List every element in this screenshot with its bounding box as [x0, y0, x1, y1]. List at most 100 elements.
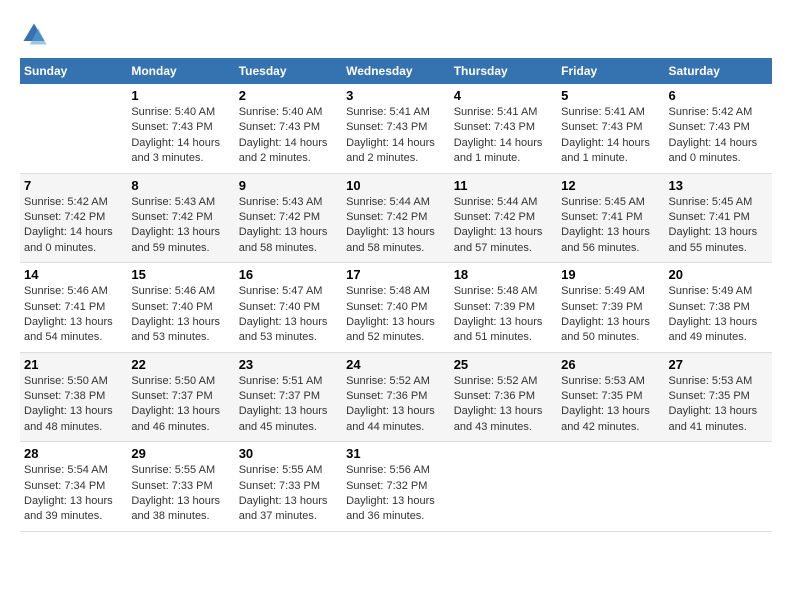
daylight-text: Daylight: 14 hours and 2 minutes.: [239, 136, 338, 167]
day-number: 4: [454, 88, 553, 103]
cell-2-5: 11Sunrise: 5:44 AMSunset: 7:42 PMDayligh…: [450, 173, 557, 263]
sunrise-text: Sunrise: 5:54 AM: [24, 463, 123, 478]
daylight-text: Daylight: 13 hours and 48 minutes.: [24, 404, 123, 435]
sunrise-text: Sunrise: 5:44 AM: [454, 195, 553, 210]
cell-2-2: 8Sunrise: 5:43 AMSunset: 7:42 PMDaylight…: [127, 173, 234, 263]
sunrise-text: Sunrise: 5:51 AM: [239, 374, 338, 389]
sunset-text: Sunset: 7:34 PM: [24, 479, 123, 494]
sunrise-text: Sunrise: 5:52 AM: [454, 374, 553, 389]
day-number: 1: [131, 88, 230, 103]
sunrise-text: Sunrise: 5:53 AM: [561, 374, 660, 389]
sunset-text: Sunset: 7:39 PM: [561, 300, 660, 315]
daylight-text: Daylight: 13 hours and 39 minutes.: [24, 494, 123, 525]
sunset-text: Sunset: 7:42 PM: [131, 210, 230, 225]
daylight-text: Daylight: 13 hours and 46 minutes.: [131, 404, 230, 435]
cell-1-4: 3Sunrise: 5:41 AMSunset: 7:43 PMDaylight…: [342, 84, 450, 173]
daylight-text: Daylight: 13 hours and 53 minutes.: [239, 315, 338, 346]
sunrise-text: Sunrise: 5:41 AM: [346, 105, 446, 120]
daylight-text: Daylight: 13 hours and 44 minutes.: [346, 404, 446, 435]
day-number: 7: [24, 178, 123, 193]
day-number: 22: [131, 357, 230, 372]
sunset-text: Sunset: 7:32 PM: [346, 479, 446, 494]
day-number: 9: [239, 178, 338, 193]
daylight-text: Daylight: 13 hours and 57 minutes.: [454, 225, 553, 256]
sunrise-text: Sunrise: 5:56 AM: [346, 463, 446, 478]
sunset-text: Sunset: 7:43 PM: [346, 120, 446, 135]
sunrise-text: Sunrise: 5:55 AM: [131, 463, 230, 478]
day-number: 26: [561, 357, 660, 372]
day-number: 13: [669, 178, 768, 193]
day-number: 8: [131, 178, 230, 193]
daylight-text: Daylight: 13 hours and 50 minutes.: [561, 315, 660, 346]
cell-5-1: 28 Sunrise: 5:54 AMSunset: 7:34 PMDayligh…: [20, 442, 127, 532]
sunrise-text: Sunrise: 5:41 AM: [454, 105, 553, 120]
cell-5-2: 29Sunrise: 5:55 AMSunset: 7:33 PMDayligh…: [127, 442, 234, 532]
sunrise-text: Sunrise: 5:43 AM: [131, 195, 230, 210]
cell-5-3: 30Sunrise: 5:55 AMSunset: 7:33 PMDayligh…: [235, 442, 342, 532]
cell-3-2: 15Sunrise: 5:46 AMSunset: 7:40 PMDayligh…: [127, 263, 234, 353]
day-number: 24: [346, 357, 446, 372]
sunrise-text: Sunrise: 5:50 AM: [24, 374, 123, 389]
daylight-text: Daylight: 13 hours and 38 minutes.: [131, 494, 230, 525]
cell-2-1: 7Sunrise: 5:42 AMSunset: 7:42 PMDaylight…: [20, 173, 127, 263]
cell-4-2: 22Sunrise: 5:50 AMSunset: 7:37 PMDayligh…: [127, 352, 234, 442]
cell-3-3: 16Sunrise: 5:47 AMSunset: 7:40 PMDayligh…: [235, 263, 342, 353]
cell-3-7: 20Sunrise: 5:49 AMSunset: 7:38 PMDayligh…: [665, 263, 772, 353]
day-number: 5: [561, 88, 660, 103]
daylight-text: Daylight: 14 hours and 3 minutes.: [131, 136, 230, 167]
day-number: 20: [669, 267, 768, 282]
sunset-text: Sunset: 7:43 PM: [454, 120, 553, 135]
daylight-text: Daylight: 13 hours and 42 minutes.: [561, 404, 660, 435]
cell-4-6: 26 Sunrise: 5:53 AMSunset: 7:35 PMDayligh…: [557, 352, 664, 442]
daylight-text: Daylight: 14 hours and 2 minutes.: [346, 136, 446, 167]
sunrise-text: Sunrise: 5:41 AM: [561, 105, 660, 120]
cell-2-6: 12Sunrise: 5:45 AMSunset: 7:41 PMDayligh…: [557, 173, 664, 263]
daylight-text: Daylight: 13 hours and 55 minutes.: [669, 225, 768, 256]
column-headers: SundayMondayTuesdayWednesdayThursdayFrid…: [20, 58, 772, 84]
daylight-text: Daylight: 13 hours and 37 minutes.: [239, 494, 338, 525]
logo: [20, 20, 52, 48]
cell-4-7: 27Sunrise: 5:53 AMSunset: 7:35 PMDayligh…: [665, 352, 772, 442]
sunset-text: Sunset: 7:40 PM: [239, 300, 338, 315]
day-number: 31: [346, 446, 446, 461]
sunset-text: Sunset: 7:39 PM: [454, 300, 553, 315]
sunset-text: Sunset: 7:38 PM: [669, 300, 768, 315]
cell-4-5: 25Sunrise: 5:52 AMSunset: 7:36 PMDayligh…: [450, 352, 557, 442]
sunrise-text: Sunrise: 5:47 AM: [239, 284, 338, 299]
col-header-monday: Monday: [127, 58, 234, 84]
daylight-text: Daylight: 14 hours and 1 minute.: [454, 136, 553, 167]
cell-3-5: 18Sunrise: 5:48 AMSunset: 7:39 PMDayligh…: [450, 263, 557, 353]
sunset-text: Sunset: 7:35 PM: [561, 389, 660, 404]
sunrise-text: Sunrise: 5:52 AM: [346, 374, 446, 389]
sunrise-text: Sunrise: 5:44 AM: [346, 195, 446, 210]
sunset-text: Sunset: 7:38 PM: [24, 389, 123, 404]
sunrise-text: Sunrise: 5:46 AM: [24, 284, 123, 299]
col-header-saturday: Saturday: [665, 58, 772, 84]
sunset-text: Sunset: 7:36 PM: [454, 389, 553, 404]
daylight-text: Daylight: 13 hours and 43 minutes.: [454, 404, 553, 435]
sunrise-text: Sunrise: 5:50 AM: [131, 374, 230, 389]
day-number: 18: [454, 267, 553, 282]
week-row-4: 21Sunrise: 5:50 AMSunset: 7:38 PMDayligh…: [20, 352, 772, 442]
day-number: 28: [24, 446, 123, 461]
sunrise-text: Sunrise: 5:49 AM: [561, 284, 660, 299]
day-number: 27: [669, 357, 768, 372]
sunset-text: Sunset: 7:41 PM: [669, 210, 768, 225]
sunset-text: Sunset: 7:37 PM: [239, 389, 338, 404]
daylight-text: Daylight: 13 hours and 53 minutes.: [131, 315, 230, 346]
calendar-table: SundayMondayTuesdayWednesdayThursdayFrid…: [20, 58, 772, 532]
daylight-text: Daylight: 14 hours and 0 minutes.: [24, 225, 123, 256]
cell-3-6: 19Sunrise: 5:49 AMSunset: 7:39 PMDayligh…: [557, 263, 664, 353]
sunrise-text: Sunrise: 5:40 AM: [131, 105, 230, 120]
sunset-text: Sunset: 7:33 PM: [131, 479, 230, 494]
page-header: [20, 20, 772, 48]
day-number: 30: [239, 446, 338, 461]
cell-2-3: 9Sunrise: 5:43 AMSunset: 7:42 PMDaylight…: [235, 173, 342, 263]
daylight-text: Daylight: 13 hours and 58 minutes.: [346, 225, 446, 256]
daylight-text: Daylight: 14 hours and 0 minutes.: [669, 136, 768, 167]
day-number: 14: [24, 267, 123, 282]
col-header-tuesday: Tuesday: [235, 58, 342, 84]
cell-2-7: 13Sunrise: 5:45 AMSunset: 7:41 PMDayligh…: [665, 173, 772, 263]
col-header-friday: Friday: [557, 58, 664, 84]
cell-1-6: 5Sunrise: 5:41 AMSunset: 7:43 PMDaylight…: [557, 84, 664, 173]
